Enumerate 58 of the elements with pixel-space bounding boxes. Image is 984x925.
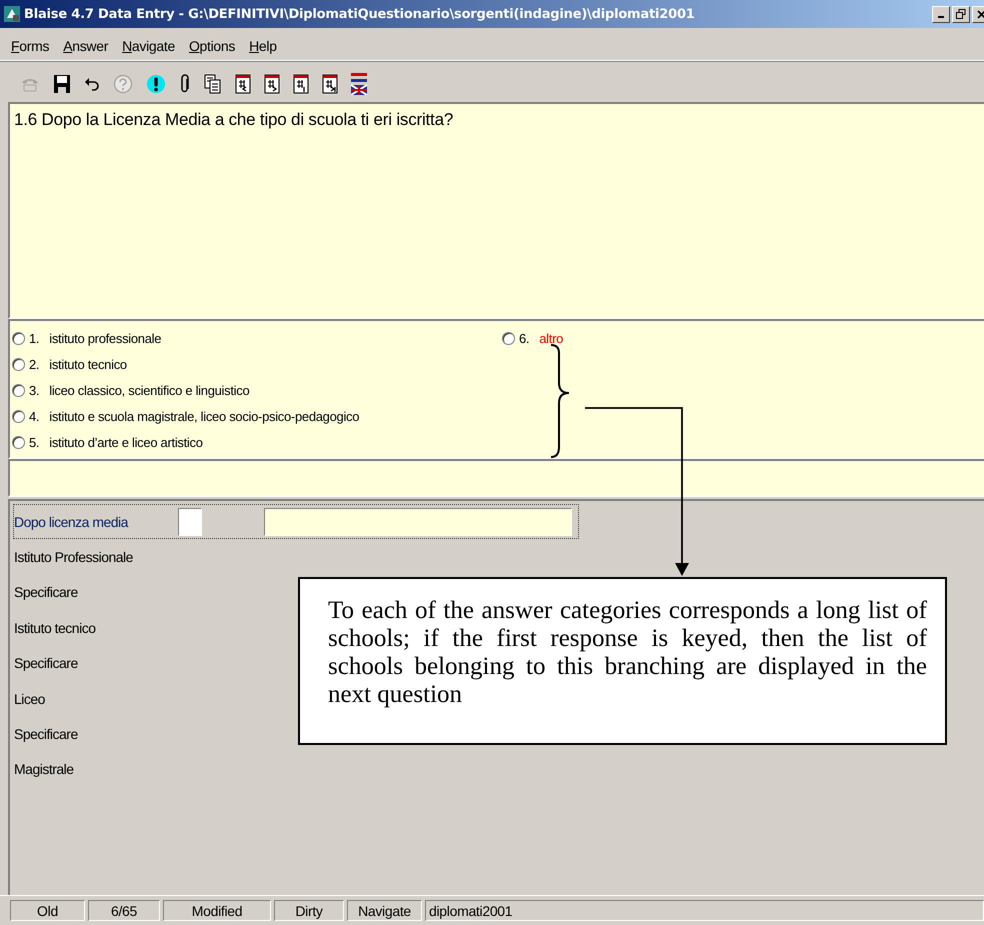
input-field[interactable]: [264, 508, 572, 536]
status-pane: Modified: [163, 900, 271, 921]
status-pane: 6/65: [88, 900, 160, 921]
field-label: Specificare: [14, 726, 79, 742]
answer-label: istituto professionale: [49, 330, 162, 346]
status-pane: Navigate: [347, 900, 422, 921]
exclamation-icon[interactable]: [146, 74, 166, 94]
answer-label: istituto e scuola magistrale, liceo socio-psico-pedagogico: [49, 408, 360, 424]
answer-number: 4.: [29, 408, 40, 424]
radio-button[interactable]: [12, 332, 25, 344]
radio-button[interactable]: [502, 332, 515, 344]
menu-item[interactable]: Forms: [4, 38, 56, 54]
menu-item[interactable]: Navigate: [115, 38, 182, 54]
app-icon: [4, 6, 20, 22]
document-icon[interactable]: [204, 74, 222, 94]
answer-label: liceo classico, scientifico e linguistico: [49, 382, 250, 398]
callout-text: To each of the answer categories corresponds a long list of schools; if the first response is keyed, then the list of schools belonging to this branching are displayed in the next question: [298, 577, 947, 745]
radio-button[interactable]: [12, 410, 25, 422]
field-label: Magistrale: [14, 761, 75, 778]
status-pane: diplomati2001: [425, 900, 984, 921]
answer-input-bar[interactable]: [8, 459, 984, 497]
field-label: Istituto Professionale: [14, 549, 134, 566]
radio-button[interactable]: [12, 358, 25, 370]
answer-number: 3.: [29, 382, 40, 398]
page-number-icon[interactable]: [293, 74, 309, 94]
field-label: Specificare: [14, 655, 79, 672]
last-page-icon[interactable]: [322, 74, 338, 94]
answer-number: 2.: [29, 356, 40, 372]
status-pane: Old: [10, 900, 85, 921]
first-page-icon[interactable]: [235, 74, 251, 94]
undo-icon[interactable]: [84, 77, 100, 91]
question-text: 1.6 Dopo la Licenza Media a che tipo di scuola ti eri iscritta?: [13, 109, 454, 131]
next-page-icon[interactable]: [264, 74, 280, 94]
menu-item[interactable]: Answer: [56, 38, 116, 54]
save-icon[interactable]: [53, 74, 71, 94]
menu-item[interactable]: Help: [242, 38, 284, 54]
menu-item[interactable]: Options: [182, 38, 242, 54]
restore-icon: [956, 9, 966, 19]
radio-button[interactable]: [12, 384, 25, 396]
window-title: Blaise 4.7 Data Entry - G:\DEFINITIVI\DiplomatiQuestionario\sorgenti(indagine)\diplomati2001: [24, 6, 696, 22]
field-label: Istituto tecnico: [14, 620, 96, 636]
answer-label: altro: [539, 330, 564, 346]
answer-label: istituto d’arte e liceo artistico: [49, 434, 203, 450]
paperclip-icon[interactable]: [179, 74, 191, 94]
code-box[interactable]: [178, 508, 202, 536]
restore-button[interactable]: [952, 6, 970, 22]
field-label: Dopo licenza media: [14, 514, 130, 530]
minimize-button[interactable]: [932, 6, 950, 22]
answer-number: 1.: [29, 330, 40, 346]
close-icon: [976, 10, 984, 18]
field-label: Liceo: [14, 690, 46, 707]
status-pane: Dirty: [274, 900, 344, 921]
field-label: Specificare: [14, 584, 79, 600]
answer-label: istituto tecnico: [49, 356, 127, 372]
answer-number: 5.: [29, 434, 40, 450]
flag-icon[interactable]: [351, 73, 367, 95]
answer-number: 6.: [519, 330, 530, 346]
radio-button[interactable]: [12, 436, 25, 448]
